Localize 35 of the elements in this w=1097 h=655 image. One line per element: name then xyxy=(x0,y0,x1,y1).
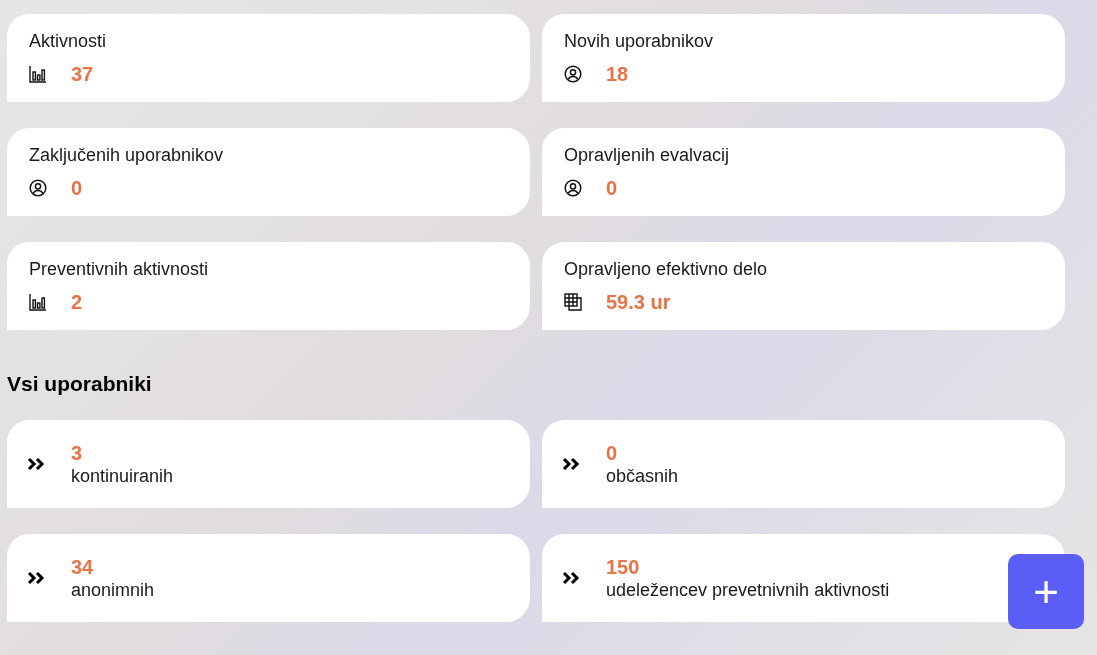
user-circle-icon xyxy=(564,179,582,197)
double-chevron-icon xyxy=(27,457,45,471)
stat-value: 59.3 ur xyxy=(606,291,671,313)
stat-label: Preventivnih aktivnosti xyxy=(29,259,210,279)
stat-label: Opravljenih evalvacij xyxy=(564,145,731,165)
table-icon xyxy=(564,293,582,311)
user-count: 34 xyxy=(71,555,95,579)
user-count: 3 xyxy=(71,441,84,465)
user-count-label: kontinuiranih xyxy=(71,465,174,487)
bar-chart-icon xyxy=(29,293,47,311)
user-circle-icon xyxy=(29,179,47,197)
stat-label: Opravljeno efektivno delo xyxy=(564,259,769,279)
stat-label: Novih uporabnikov xyxy=(564,31,715,51)
user-count-label: anonimnih xyxy=(71,579,155,601)
user-count-card[interactable]: 34 anonimnih xyxy=(7,534,530,622)
stat-label: Zaključenih uporabnikov xyxy=(29,145,225,165)
user-count-card[interactable]: 0 občasnih xyxy=(542,420,1065,508)
stat-value: 0 xyxy=(71,177,83,199)
stat-value: 37 xyxy=(71,63,94,85)
stat-value: 2 xyxy=(71,291,83,313)
stat-label: Aktivnosti xyxy=(29,31,108,51)
bar-chart-icon xyxy=(29,65,47,83)
user-count-label: udeležencev prevetnivnih aktivnosti xyxy=(606,579,890,601)
user-count-label: občasnih xyxy=(606,465,679,487)
stat-value: 18 xyxy=(606,63,629,85)
section-title: Vsi uporabniki xyxy=(7,372,153,396)
double-chevron-icon xyxy=(562,457,580,471)
stat-value: 0 xyxy=(606,177,618,199)
user-circle-icon xyxy=(564,65,582,83)
user-count: 150 xyxy=(606,555,641,579)
user-count: 0 xyxy=(606,441,619,465)
add-button[interactable]: + xyxy=(1008,554,1084,629)
user-count-card[interactable]: 3 kontinuiranih xyxy=(7,420,530,508)
double-chevron-icon xyxy=(562,571,580,585)
double-chevron-icon xyxy=(27,571,45,585)
